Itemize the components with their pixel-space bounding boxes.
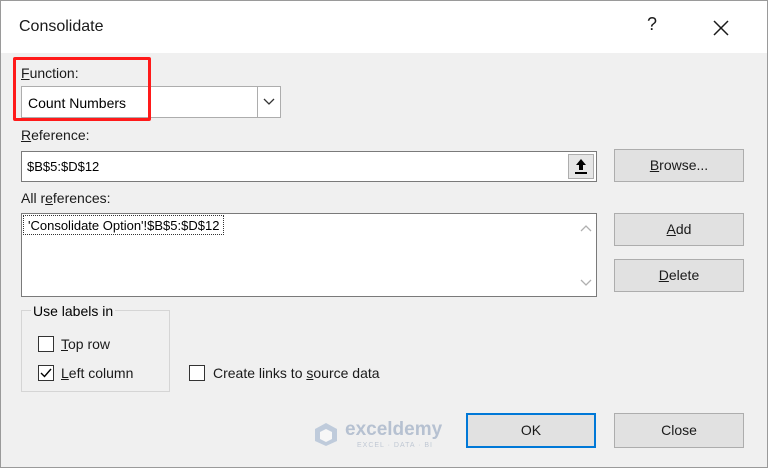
function-highlight-box [13,57,151,121]
left-column-label[interactable]: Left column [61,365,133,381]
create-links-label[interactable]: Create links to source data [213,365,380,381]
browse-button[interactable]: Browse... [614,149,744,182]
delete-button[interactable]: Delete [614,259,744,292]
left-column-checkbox[interactable] [38,365,54,381]
collapse-arrow-icon [575,159,587,174]
vertical-scrollbar[interactable] [576,214,596,296]
list-item[interactable]: 'Consolidate Option'!$B$5:$D$12 [23,215,225,235]
use-labels-title: Use labels in [31,303,116,319]
help-button[interactable]: ? [647,14,657,35]
top-row-checkbox[interactable] [38,336,54,352]
close-icon[interactable] [707,14,735,42]
top-row-label[interactable]: Top row [61,336,110,352]
collapse-dialog-button[interactable] [568,154,594,179]
ok-button[interactable]: OK [466,413,596,448]
scroll-arrows-icon [580,225,592,286]
dropdown-button[interactable] [257,87,280,117]
dialog-title: Consolidate [19,18,104,35]
all-references-label: All references: [21,190,111,206]
checkmark-icon [40,368,52,378]
reference-input[interactable]: $B$5:$D$12 [21,151,597,182]
create-links-checkbox[interactable] [189,365,205,381]
title-bar: Consolidate ? [1,1,767,53]
reference-value: $B$5:$D$12 [27,159,100,174]
consolidate-dialog: Consolidate ? Function: Count Numbers Re… [0,0,768,468]
exceldemy-logo-icon [315,423,337,446]
watermark-tagline: EXCEL · DATA · BI [357,442,433,449]
all-references-list[interactable]: 'Consolidate Option'!$B$5:$D$12 [21,213,597,297]
close-button[interactable]: Close [614,413,744,448]
reference-label: Reference: [21,127,90,143]
add-button[interactable]: Add [614,213,744,246]
chevron-down-icon [263,98,275,105]
watermark-brand: exceldemy [345,419,443,440]
